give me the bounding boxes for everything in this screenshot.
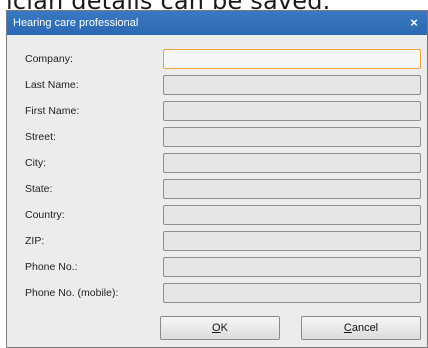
phone-field[interactable] [163,257,421,277]
form-row-first-name: First Name: [7,101,427,121]
country-label: Country: [25,209,65,221]
zip-field[interactable] [163,231,421,251]
form-row-phone: Phone No.: [7,257,427,277]
zip-label: ZIP: [25,235,45,247]
cancel-mnemonic: C [343,322,352,334]
city-label: City: [25,157,46,169]
country-field[interactable] [163,205,421,225]
form-row-state: State: [7,179,427,199]
close-icon[interactable]: × [407,11,421,35]
cancel-button[interactable]: Cancel [301,316,421,340]
form-row-country: Country: [7,205,427,225]
phone-mobile-field[interactable] [163,283,421,303]
form-row-zip: ZIP: [7,231,427,251]
cancel-label-rest: ancel [351,322,379,334]
company-label: Company: [25,53,73,65]
state-label: State: [25,183,53,195]
first-name-field[interactable] [163,101,421,121]
last-name-field[interactable] [163,75,421,95]
last-name-label: Last Name: [25,79,79,91]
form-row-street: Street: [7,127,427,147]
form-row-company: Company: [7,49,427,69]
street-field[interactable] [163,127,421,147]
form-row-phone-mobile: Phone No. (mobile): [7,283,427,303]
street-label: Street: [25,131,56,143]
state-field[interactable] [163,179,421,199]
form-row-city: City: [7,153,427,173]
phone-mobile-label: Phone No. (mobile): [25,287,119,299]
ok-label-rest: K [220,322,228,334]
dialog-titlebar[interactable]: Hearing care professional × [7,11,427,35]
ok-button[interactable]: OK [160,316,280,340]
city-field[interactable] [163,153,421,173]
phone-label: Phone No.: [25,261,78,273]
ok-mnemonic: O [212,322,221,334]
dialog-title: Hearing care professional [13,17,139,29]
company-field[interactable] [163,49,421,69]
form-row-last-name: Last Name: [7,75,427,95]
first-name-label: First Name: [25,105,80,117]
hearing-care-professional-dialog: Hearing care professional × Company: Las… [6,10,428,348]
